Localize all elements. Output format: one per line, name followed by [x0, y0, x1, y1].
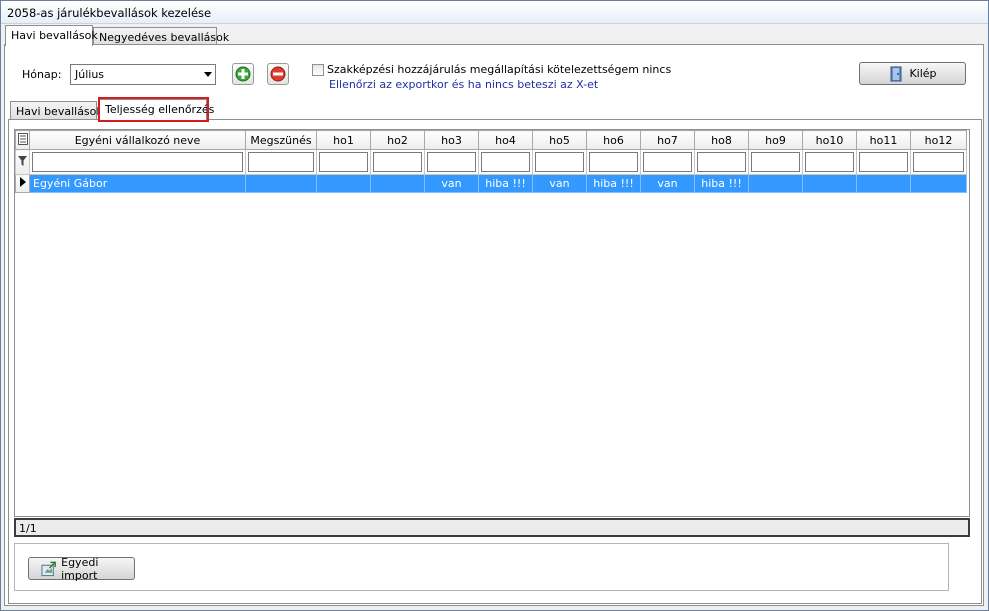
filter-input-ho11[interactable]: [859, 152, 908, 172]
tab-inner-havi-bevallasok[interactable]: Havi bevallások: [10, 101, 103, 120]
filter-input-ho4[interactable]: [481, 152, 530, 172]
grid-header-row: Egyéni vállalkozó neve Megszünés ho1 ho2…: [15, 130, 967, 150]
filter-input-ho9[interactable]: [751, 152, 800, 172]
cell-ho4[interactable]: hiba !!!: [478, 174, 533, 193]
tab-negyedeves-bevallasok[interactable]: Negyedéves bevallások: [93, 27, 229, 45]
record-counter: 1/1: [14, 518, 970, 537]
cell-ho7[interactable]: van: [640, 174, 695, 193]
column-header-ho6[interactable]: ho6: [586, 130, 641, 150]
column-header-ho5[interactable]: ho5: [532, 130, 587, 150]
row-indicator-icon: [15, 174, 30, 193]
filter-input-ho7[interactable]: [643, 152, 692, 172]
cell-ho3[interactable]: van: [424, 174, 479, 193]
column-chooser-icon[interactable]: [15, 130, 30, 150]
minus-icon: [270, 66, 286, 82]
column-header-megszunes[interactable]: Megszünés: [245, 130, 317, 150]
cell-ho5[interactable]: van: [532, 174, 587, 193]
column-header-ho12[interactable]: ho12: [910, 130, 967, 150]
cell-ho10[interactable]: [802, 174, 857, 193]
cell-ho12[interactable]: [910, 174, 967, 193]
filter-icon: [15, 149, 30, 175]
import-icon: [41, 561, 56, 576]
add-button[interactable]: [232, 63, 254, 85]
month-select[interactable]: Július: [70, 64, 216, 85]
filter-input-name[interactable]: [32, 152, 243, 172]
filter-input-ho1[interactable]: [319, 152, 368, 172]
cell-ho11[interactable]: [856, 174, 911, 193]
column-header-name[interactable]: Egyéni vállalkozó neve: [29, 130, 246, 150]
checkbox-label: Szakképzési hozzájárulás megállapítási k…: [327, 63, 672, 76]
filter-input-ho6[interactable]: [589, 152, 638, 172]
table-row[interactable]: Egyéni Gábor van hiba !!! van hiba !!! v…: [15, 174, 967, 193]
filter-input-megszunes[interactable]: [248, 152, 314, 172]
plus-icon: [235, 66, 251, 82]
filter-input-ho10[interactable]: [805, 152, 854, 172]
chevron-down-icon: [204, 72, 212, 77]
cell-ho8[interactable]: hiba !!!: [694, 174, 749, 193]
month-label: Hónap:: [22, 68, 62, 81]
szakkepzesi-checkbox[interactable]: [312, 64, 324, 76]
window-title: 2058-as járulékbevallások kezelése: [1, 1, 988, 24]
grid-filter-row: [15, 149, 967, 175]
column-header-ho4[interactable]: ho4: [478, 130, 533, 150]
column-header-ho11[interactable]: ho11: [856, 130, 911, 150]
checkbox-hint: Ellenőrzi az exportkor és ha nincs betes…: [329, 78, 599, 91]
annotation-highlight-box: [98, 97, 209, 122]
tab-havi-bevallasok[interactable]: Havi bevallások: [5, 25, 98, 46]
cell-ho9[interactable]: [748, 174, 803, 193]
filter-input-ho5[interactable]: [535, 152, 584, 172]
column-header-ho3[interactable]: ho3: [424, 130, 479, 150]
cell-ho1[interactable]: [316, 174, 371, 193]
data-grid[interactable]: Egyéni vállalkozó neve Megszünés ho1 ho2…: [14, 129, 970, 517]
month-value: Július: [75, 68, 105, 81]
column-header-ho10[interactable]: ho10: [802, 130, 857, 150]
main-window: 2058-as járulékbevallások kezelése Havi …: [0, 0, 989, 611]
column-header-ho2[interactable]: ho2: [370, 130, 425, 150]
import-panel: [14, 543, 949, 591]
column-header-ho8[interactable]: ho8: [694, 130, 749, 150]
column-header-ho7[interactable]: ho7: [640, 130, 695, 150]
exit-button[interactable]: Kilép: [859, 62, 966, 85]
exit-label: Kilép: [909, 67, 937, 80]
cell-name[interactable]: Egyéni Gábor: [29, 174, 246, 193]
remove-button[interactable]: [267, 63, 289, 85]
filter-input-ho12[interactable]: [913, 152, 964, 172]
column-header-ho1[interactable]: ho1: [316, 130, 371, 150]
filter-input-ho2[interactable]: [373, 152, 422, 172]
import-button[interactable]: Egyedi import: [28, 555, 135, 582]
door-exit-icon: [890, 66, 902, 81]
cell-megszunes[interactable]: [245, 174, 317, 193]
filter-input-ho3[interactable]: [427, 152, 476, 172]
cell-ho6[interactable]: hiba !!!: [586, 174, 641, 193]
import-label: Egyedi import: [61, 555, 99, 582]
column-header-ho9[interactable]: ho9: [748, 130, 803, 150]
filter-input-ho8[interactable]: [697, 152, 746, 172]
cell-ho2[interactable]: [370, 174, 425, 193]
